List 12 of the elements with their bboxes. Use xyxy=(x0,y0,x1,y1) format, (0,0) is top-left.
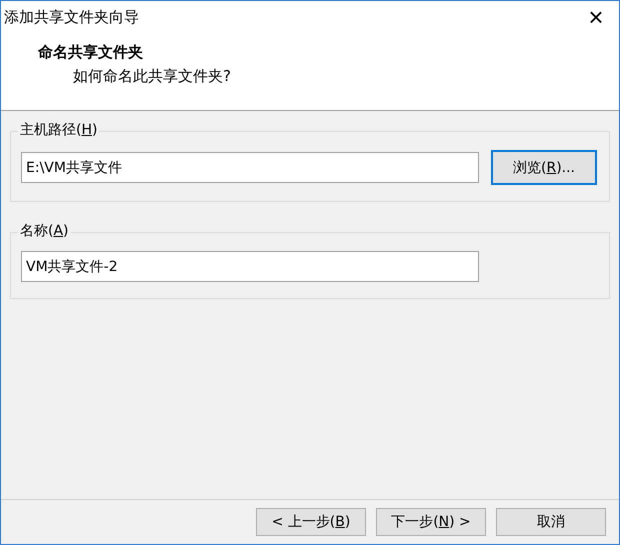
cancel-button[interactable]: 取消 xyxy=(496,508,606,536)
back-button[interactable]: < 上一步(B) xyxy=(256,508,366,536)
browse-button[interactable]: 浏览(R)... xyxy=(491,150,597,185)
input-field[interactable]: E:\VM共享文件 xyxy=(21,152,479,183)
group-label: 名称(A) xyxy=(18,222,71,240)
window-title: 添加共享文件夹向导 xyxy=(4,8,139,26)
page-subtitle: 如何命名此共享文件夹? xyxy=(73,67,232,86)
next-button[interactable]: 下一步(N) > xyxy=(376,508,486,536)
group-label: 主机路径(H) xyxy=(18,121,100,139)
close-button[interactable]: × xyxy=(573,1,619,33)
input-field[interactable]: VM共享文件-2 xyxy=(21,251,479,282)
page-heading: 命名共享文件夹 xyxy=(38,43,144,62)
